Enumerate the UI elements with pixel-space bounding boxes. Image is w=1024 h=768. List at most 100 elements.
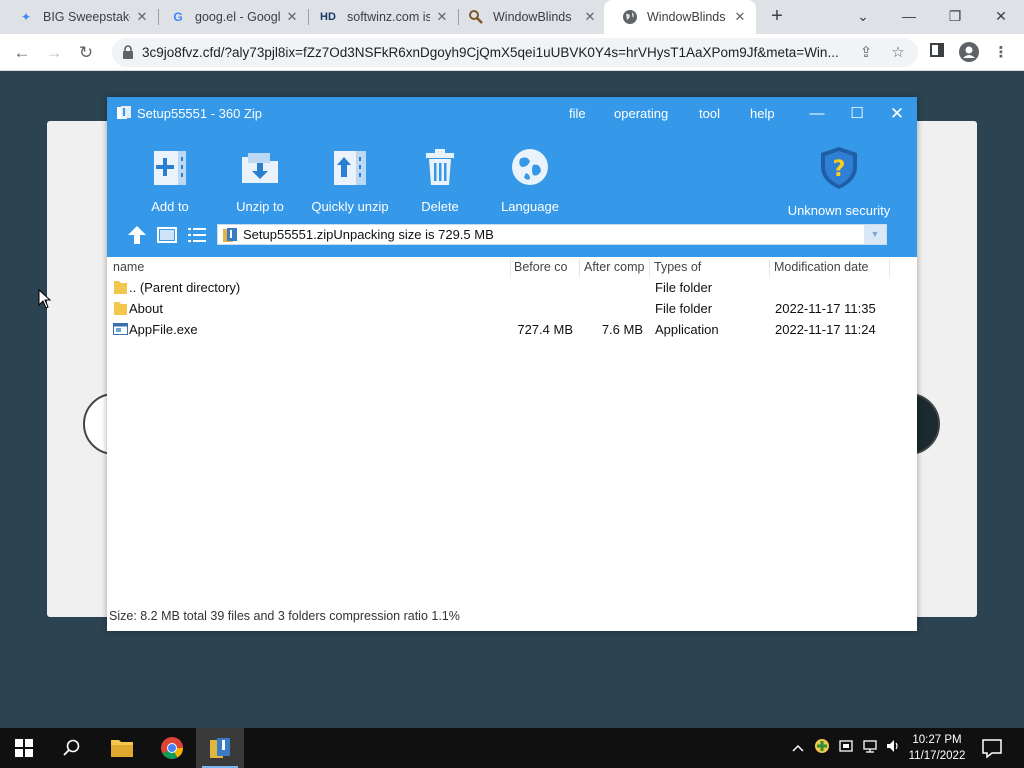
zip-minimize-button[interactable]: — bbox=[802, 102, 832, 126]
menu-file[interactable]: file bbox=[569, 106, 586, 121]
file-size-after: 7.6 MB bbox=[601, 322, 643, 337]
zip-window: Setup55551 - 360 Zip file operating tool… bbox=[107, 97, 917, 631]
notification-icon[interactable] bbox=[980, 736, 1004, 760]
chrome-icon bbox=[161, 737, 183, 759]
file-name: AppFile.exe bbox=[129, 322, 198, 337]
column-header-after[interactable]: After comp bbox=[584, 260, 644, 274]
share-icon[interactable]: ⇪ bbox=[856, 43, 876, 63]
profile-avatar-icon[interactable] bbox=[958, 42, 980, 64]
tab-title: WindowBlinds - bbox=[647, 10, 728, 24]
taskbar: 10:27 PM 11/17/2022 bbox=[0, 728, 1024, 768]
tab-big-sweepstakes[interactable]: ✦ BIG Sweepstakes ✕ bbox=[0, 0, 158, 34]
zip-maximize-button[interactable]: ☐ bbox=[842, 102, 872, 126]
file-size-before: 727.4 MB bbox=[517, 322, 573, 337]
up-arrow-icon[interactable] bbox=[126, 224, 148, 246]
unzip-folder-icon bbox=[242, 153, 278, 183]
column-header-type[interactable]: Types of bbox=[654, 260, 701, 274]
archive-path-field[interactable]: Setup55551.zipUnpacking size is 729.5 MB… bbox=[217, 224, 887, 245]
column-divider[interactable] bbox=[649, 259, 650, 277]
device-tray-icon[interactable] bbox=[837, 738, 855, 758]
close-tab-icon[interactable]: ✕ bbox=[732, 9, 748, 25]
security-shield-icon: ? bbox=[821, 147, 857, 189]
archive-path-text: Setup55551.zipUnpacking size is 729.5 MB bbox=[243, 227, 494, 242]
search-button[interactable] bbox=[48, 728, 96, 768]
file-list: name Before co After comp Types of Modif… bbox=[107, 257, 917, 607]
tab-softwinz[interactable]: HD softwinz.com is ✕ bbox=[300, 0, 458, 34]
browser-menu-icon[interactable]: ⋮ bbox=[990, 42, 1012, 64]
column-header-name[interactable]: name bbox=[113, 260, 144, 274]
tab-windowblinds[interactable]: WindowBlinds ✕ bbox=[450, 0, 606, 34]
column-header-date[interactable]: Modification date bbox=[774, 260, 869, 274]
table-row[interactable]: AppFile.exe 727.4 MB 7.6 MB Application … bbox=[107, 319, 917, 340]
file-name: About bbox=[129, 301, 163, 316]
language-button[interactable]: Language bbox=[485, 145, 575, 214]
back-button[interactable]: ← bbox=[9, 40, 35, 66]
volume-icon[interactable] bbox=[884, 738, 902, 758]
table-row[interactable]: About File folder 2022-11-17 11:35 bbox=[107, 298, 917, 319]
table-row[interactable]: .. (Parent directory) File folder bbox=[107, 277, 917, 298]
menu-tool[interactable]: tool bbox=[699, 106, 720, 121]
file-explorer-icon bbox=[111, 740, 133, 757]
close-tab-icon[interactable]: ✕ bbox=[582, 9, 598, 25]
column-header-before[interactable]: Before co bbox=[514, 260, 568, 274]
file-type: File folder bbox=[655, 280, 713, 295]
trash-icon bbox=[426, 149, 454, 185]
delete-button[interactable]: Delete bbox=[395, 145, 485, 214]
menu-operating[interactable]: operating bbox=[614, 106, 668, 121]
reload-button[interactable]: ↻ bbox=[73, 40, 99, 66]
chrome-button[interactable] bbox=[148, 728, 196, 768]
network-icon[interactable] bbox=[861, 738, 879, 758]
url-text[interactable]: 3c9jo8fvz.cfd/?aly73pjl8ix=fZz7Od3NSFkR6… bbox=[142, 45, 854, 60]
status-bar: Size: 8.2 MB total 39 files and 3 folder… bbox=[109, 609, 460, 623]
tab-title: goog.el - Googl bbox=[195, 10, 280, 24]
tab-search-icon[interactable]: ⌄ bbox=[840, 2, 886, 30]
column-divider[interactable] bbox=[510, 259, 511, 277]
close-tab-icon[interactable]: ✕ bbox=[134, 9, 150, 25]
clock-date: 11/17/2022 bbox=[908, 750, 966, 762]
file-type: Application bbox=[655, 322, 719, 337]
show-hidden-icons-icon[interactable] bbox=[789, 738, 807, 758]
security-tray-icon[interactable] bbox=[813, 738, 831, 758]
add-to-button[interactable]: Add to bbox=[125, 145, 215, 214]
lock-icon bbox=[123, 45, 133, 59]
forward-button[interactable]: → bbox=[41, 40, 67, 66]
taskbar-clock[interactable]: 10:27 PM 11/17/2022 bbox=[902, 732, 972, 764]
address-bar[interactable]: 3c9jo8fvz.cfd/?aly73pjl8ix=fZz7Od3NSFkR6… bbox=[112, 38, 918, 67]
unknown-security-button[interactable]: ? Unknown security bbox=[779, 145, 899, 218]
unzip-to-button[interactable]: Unzip to bbox=[215, 145, 305, 214]
side-panel-icon[interactable] bbox=[926, 42, 948, 64]
tab-goog-el[interactable]: G goog.el - Googl ✕ bbox=[152, 0, 308, 34]
magnifier-icon bbox=[468, 9, 484, 25]
zip-app-icon bbox=[117, 106, 131, 119]
minimize-button[interactable]: — bbox=[886, 2, 932, 30]
globe-icon bbox=[512, 149, 548, 185]
column-divider[interactable] bbox=[889, 259, 890, 277]
column-divider[interactable] bbox=[579, 259, 580, 277]
thumbnail-view-icon[interactable] bbox=[156, 224, 178, 246]
tab-windowblinds-active[interactable]: WindowBlinds - ✕ bbox=[604, 0, 756, 34]
svg-text:?: ? bbox=[833, 157, 846, 182]
sparkle-icon: ✦ bbox=[20, 10, 32, 24]
unzip-to-label: Unzip to bbox=[236, 199, 284, 214]
close-tab-icon[interactable]: ✕ bbox=[434, 9, 450, 25]
close-window-button[interactable]: ✕ bbox=[978, 2, 1024, 30]
start-button[interactable] bbox=[0, 728, 48, 768]
zip-app-taskbar-button[interactable] bbox=[196, 728, 244, 768]
zip-close-button[interactable]: ✕ bbox=[882, 102, 912, 126]
bookmark-star-icon[interactable]: ☆ bbox=[888, 43, 908, 63]
hd-icon: HD bbox=[320, 11, 336, 23]
restore-button[interactable]: ❐ bbox=[932, 2, 978, 30]
close-tab-icon[interactable]: ✕ bbox=[284, 9, 300, 25]
language-label: Language bbox=[501, 199, 559, 214]
quickly-unzip-button[interactable]: Quickly unzip bbox=[305, 145, 395, 214]
folder-icon bbox=[114, 302, 127, 315]
new-tab-button[interactable]: + bbox=[766, 5, 788, 27]
menu-help[interactable]: help bbox=[750, 106, 775, 121]
zip-header: Setup55551 - 360 Zip file operating tool… bbox=[107, 97, 917, 257]
archive-file-icon bbox=[223, 228, 237, 242]
quickly-unzip-label: Quickly unzip bbox=[311, 199, 389, 214]
path-dropdown-arrow-icon[interactable]: ▼ bbox=[864, 225, 886, 244]
column-divider[interactable] bbox=[769, 259, 770, 277]
file-explorer-button[interactable] bbox=[98, 728, 146, 768]
list-view-icon[interactable] bbox=[186, 224, 208, 246]
